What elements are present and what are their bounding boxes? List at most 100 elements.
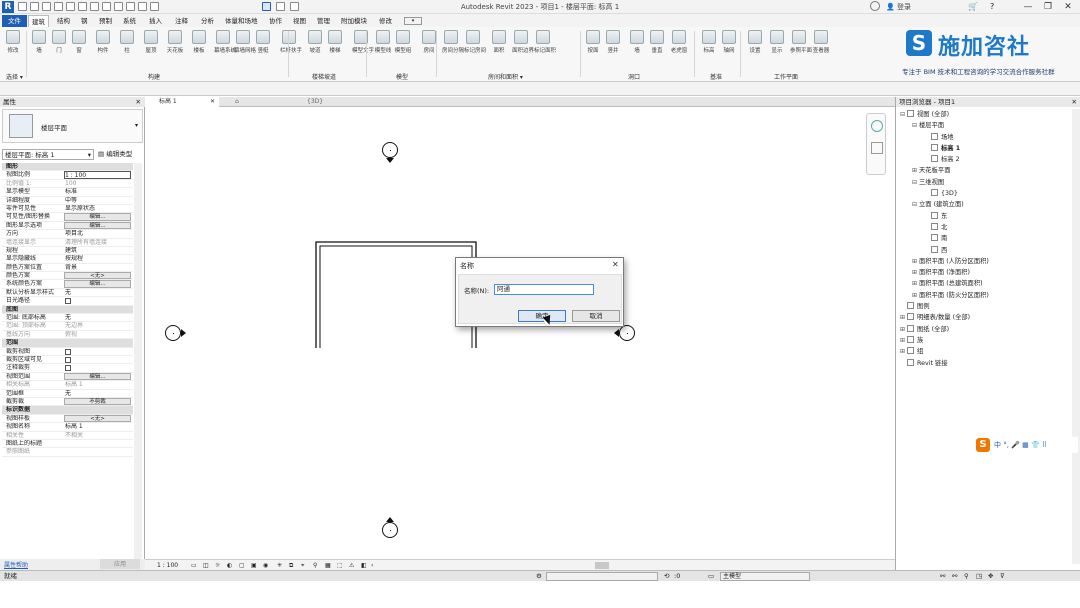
apply-button[interactable]: 应用: [100, 559, 140, 569]
design-option-dropdown[interactable]: 主模型: [720, 572, 810, 581]
ribbon-area-boundary-button[interactable]: 面积边界: [512, 30, 534, 66]
ribbon-viewer-button[interactable]: 查看器: [812, 30, 830, 66]
ribbon-railing-button[interactable]: 栏杆扶手: [280, 30, 302, 66]
ribbon-set-button[interactable]: 设置: [746, 30, 764, 66]
3d-view-icon[interactable]: [126, 2, 135, 11]
property-value[interactable]: 无: [62, 314, 133, 321]
property-edit-button[interactable]: 不剪裁: [64, 397, 131, 406]
help-icon[interactable]: ?: [990, 2, 994, 11]
minimize-button[interactable]: —: [1018, 1, 1038, 13]
print-icon[interactable]: [78, 2, 87, 11]
ribbon-floor-button[interactable]: 楼板: [190, 30, 208, 66]
undo-icon[interactable]: [54, 2, 63, 11]
ribbon-by-face-button[interactable]: 按面: [584, 30, 602, 66]
browser-scrollbar[interactable]: [1072, 109, 1080, 564]
switch-windows-icon[interactable]: [262, 2, 271, 11]
tab-file[interactable]: 文件: [2, 15, 27, 27]
tab-massing-site[interactable]: 体量和场地: [222, 15, 261, 27]
tab-precast[interactable]: 预制: [96, 15, 115, 27]
ribbon-wall-button[interactable]: 墙: [30, 30, 48, 66]
browser-node[interactable]: ⊞ 组: [900, 346, 1076, 357]
ribbon-wall-opening-button[interactable]: 墙: [628, 30, 646, 66]
ribbon-modify-button[interactable]: 修改: [4, 30, 22, 66]
steering-wheel-icon[interactable]: [871, 120, 883, 132]
ime-controls[interactable]: 中 °, 🎤 ▦ 👕 ⠿: [994, 440, 1047, 450]
ribbon-model-group-button[interactable]: 模型组: [394, 30, 412, 66]
tab-view-home[interactable]: ⌂: [221, 97, 291, 107]
property-edit-button[interactable]: 编辑...: [64, 213, 131, 221]
ribbon-ramp-button[interactable]: 坡道: [306, 30, 324, 66]
property-value[interactable]: 背景: [62, 264, 133, 271]
close-button[interactable]: ✕: [1058, 1, 1078, 13]
dimension-icon[interactable]: [102, 2, 111, 11]
tab-modify[interactable]: 修改: [376, 15, 395, 27]
expand-icon[interactable]: ⊞: [900, 335, 907, 346]
ribbon-dormer-button[interactable]: 老虎窗: [670, 30, 688, 66]
ribbon-model-text-button[interactable]: 模型文字: [352, 30, 374, 66]
property-value[interactable]: 无: [62, 390, 133, 397]
ok-button[interactable]: 确定: [518, 310, 566, 322]
ribbon-tag-room-button[interactable]: 标记房间: [464, 30, 486, 66]
ribbon-mullion-button[interactable]: 竖梃: [254, 30, 272, 66]
close-icon[interactable]: ✕: [1072, 97, 1077, 107]
browser-node[interactable]: ⊞ 面积平面 (总建筑面积): [900, 278, 1076, 289]
save-icon[interactable]: [30, 2, 39, 11]
browser-node[interactable]: ⊟ 视图 (全部): [900, 109, 1076, 120]
search-icon[interactable]: [870, 1, 880, 11]
measure-icon[interactable]: [90, 2, 99, 11]
redo-icon[interactable]: [66, 2, 75, 11]
property-value[interactable]: [62, 440, 133, 447]
ribbon-door-button[interactable]: 门: [50, 30, 68, 66]
browser-node[interactable]: ⊞ 图纸 (全部): [900, 324, 1076, 335]
cart-icon[interactable]: 🛒: [968, 2, 978, 11]
zoom-icon[interactable]: [871, 142, 883, 154]
ribbon-ref-plane-button[interactable]: 参照平面: [790, 30, 812, 66]
tab-manage[interactable]: 管理: [314, 15, 333, 27]
property-value[interactable]: 按规程: [62, 255, 133, 262]
property-edit-button[interactable]: <无>: [64, 414, 131, 423]
ribbon-vertical-opening-button[interactable]: 垂直: [648, 30, 666, 66]
horizontal-scrollbar[interactable]: [595, 562, 609, 569]
elevation-marker-south[interactable]: [382, 522, 398, 538]
restore-button[interactable]: ❐: [1038, 1, 1058, 13]
ribbon-ceiling-button[interactable]: 天花板: [166, 30, 184, 66]
browser-node[interactable]: Revit 链接: [900, 358, 1076, 369]
cancel-button[interactable]: 取消: [572, 310, 620, 322]
ribbon-shaft-button[interactable]: 竖井: [604, 30, 622, 66]
property-value[interactable]: [62, 364, 133, 372]
browser-node[interactable]: {3D}: [900, 188, 1076, 199]
browser-node[interactable]: 西: [900, 245, 1076, 256]
property-edit-button[interactable]: 编辑...: [64, 280, 131, 288]
tab-view[interactable]: 视图: [290, 15, 309, 27]
browser-node[interactable]: 南: [900, 233, 1076, 244]
browser-node[interactable]: 北: [900, 222, 1076, 233]
property-value[interactable]: [62, 356, 133, 363]
browser-node[interactable]: 东: [900, 211, 1076, 222]
browser-node[interactable]: ⊞ 天花板平面: [900, 165, 1076, 176]
ribbon-room-separator-button[interactable]: 房间分隔: [442, 30, 464, 66]
expand-icon[interactable]: ⊞: [912, 256, 919, 267]
property-value[interactable]: 标准: [62, 188, 133, 195]
expand-icon[interactable]: ⊞: [912, 290, 919, 301]
expand-icon[interactable]: ⊞: [912, 278, 919, 289]
browser-node[interactable]: ⊟ 三维视图: [900, 177, 1076, 188]
tab-view-3d[interactable]: {3D}: [293, 97, 363, 107]
property-group-header[interactable]: 底图: [2, 305, 133, 315]
collapse-icon[interactable]: ⊟: [912, 199, 919, 210]
tab-systems[interactable]: 系统: [120, 15, 139, 27]
property-group-header[interactable]: 标识数据: [2, 406, 133, 415]
property-checkbox[interactable]: [65, 348, 71, 355]
close-icon[interactable]: ✕: [136, 97, 141, 107]
property-value[interactable]: 中等: [62, 197, 133, 204]
property-value-input[interactable]: 1 : 100: [64, 171, 131, 179]
browser-node[interactable]: 标高 2: [900, 154, 1076, 165]
panel-room-area[interactable]: 房间和面积 ▾: [488, 72, 523, 81]
browser-node[interactable]: ⊞ 族: [900, 335, 1076, 346]
properties-help-link[interactable]: 属性帮助: [4, 560, 28, 569]
property-edit-button[interactable]: <无>: [64, 272, 131, 280]
instance-filter-dropdown[interactable]: 楼层平面: 标高 1 ▾: [2, 149, 94, 160]
ribbon-model-line-button[interactable]: 模型线: [374, 30, 392, 66]
expand-icon[interactable]: ⊞: [900, 312, 907, 323]
dialog-close-button[interactable]: ✕: [612, 260, 619, 269]
property-value[interactable]: 标高 1: [62, 423, 133, 430]
